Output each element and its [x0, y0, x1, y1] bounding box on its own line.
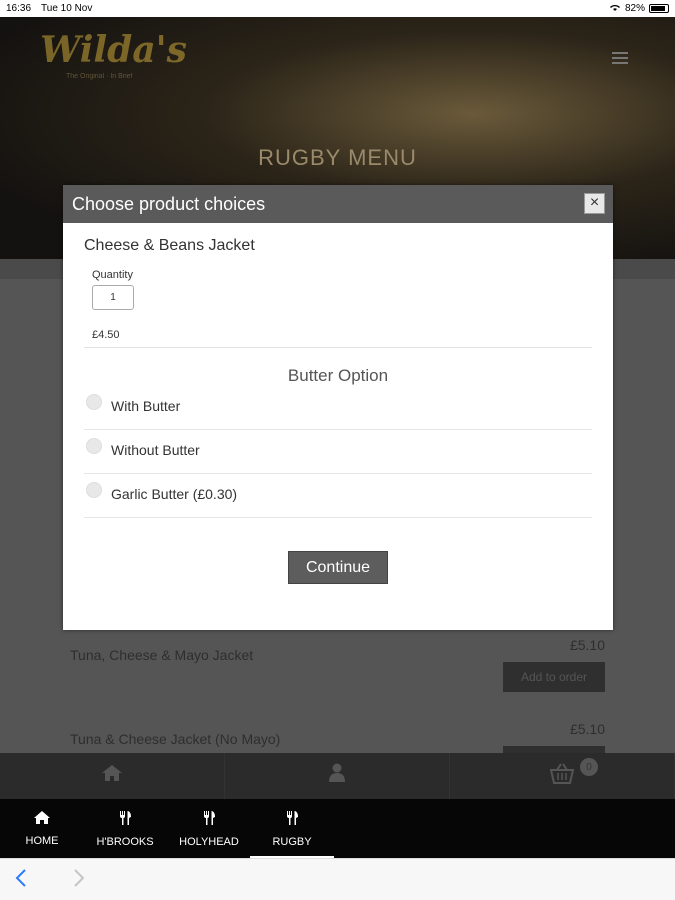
- product-price: £5.10: [569, 637, 605, 653]
- wifi-icon: [609, 3, 621, 15]
- forward-chevron-icon[interactable]: [72, 867, 86, 895]
- hamburger-menu-icon[interactable]: [612, 49, 628, 67]
- option-garlic-butter[interactable]: Garlic Butter (£0.30): [84, 474, 592, 518]
- add-to-order-button[interactable]: Add to order: [503, 662, 605, 692]
- option-label: Garlic Butter (£0.30): [111, 486, 238, 502]
- tab-hbrooks[interactable]: H'BROOKS: [90, 799, 160, 858]
- product-name: Cheese & Beans Jacket: [84, 237, 255, 254]
- tab-label: HOME: [25, 835, 59, 847]
- page-title: RUGBY MENU: [258, 145, 417, 170]
- dialog-title: Choose product choices: [72, 193, 266, 214]
- brand-logo[interactable]: Wilda's: [40, 29, 187, 71]
- tab-rugby[interactable]: RUGBY: [250, 799, 334, 858]
- tab-label: RUGBY: [272, 835, 312, 848]
- home-shortcut[interactable]: [0, 753, 225, 799]
- tab-label: HOLYHEAD: [179, 835, 239, 848]
- account-button[interactable]: [225, 753, 450, 799]
- product-name: Tuna, Cheese & Mayo Jacket: [70, 647, 254, 663]
- home-icon: [101, 764, 123, 788]
- close-icon[interactable]: ×: [584, 193, 605, 214]
- continue-button[interactable]: Continue: [288, 551, 388, 584]
- tab-home[interactable]: HOME: [17, 799, 67, 858]
- cart-count-badge: 0: [580, 758, 598, 776]
- cutlery-icon: [202, 810, 216, 831]
- option-without-butter[interactable]: Without Butter: [84, 430, 592, 474]
- battery-icon: [649, 4, 669, 13]
- product-price: £4.50: [92, 329, 120, 341]
- radio-button[interactable]: [86, 438, 102, 454]
- brand-tagline: The Original · In Brief: [66, 73, 133, 80]
- option-group-title: Butter Option: [287, 366, 389, 385]
- action-bar: 0: [0, 753, 675, 799]
- dialog-body: Cheese & Beans Jacket Quantity £4.50 But…: [63, 223, 613, 518]
- product-row: Tuna, Cheese & Mayo Jacket £5.10 Add to …: [0, 629, 675, 709]
- option-label: With Butter: [111, 398, 181, 414]
- status-date: Tue 10 Nov: [41, 3, 93, 14]
- bottom-tab-bar: HOME H'BROOKS HOLYHEAD RUGBY: [0, 799, 675, 858]
- divider: [84, 347, 592, 348]
- browser-toolbar: [0, 858, 675, 900]
- cutlery-icon: [118, 810, 132, 831]
- status-bar: 16:36 Tue 10 Nov 82%: [0, 0, 675, 17]
- cart-button[interactable]: 0: [450, 753, 675, 799]
- product-price: £5.10: [569, 721, 605, 737]
- quantity-input[interactable]: [92, 285, 134, 310]
- radio-button[interactable]: [86, 394, 102, 410]
- quantity-label: Quantity: [92, 269, 133, 281]
- tab-holyhead[interactable]: HOLYHEAD: [172, 799, 246, 858]
- dialog-header: Choose product choices ×: [63, 185, 613, 223]
- user-icon: [328, 763, 346, 789]
- option-with-butter[interactable]: With Butter: [84, 386, 592, 430]
- option-label: Without Butter: [111, 442, 200, 458]
- battery-percent: 82%: [624, 3, 645, 14]
- home-icon: [33, 810, 51, 830]
- status-time: 16:36: [6, 3, 32, 14]
- product-name: Tuna & Cheese Jacket (No Mayo): [70, 731, 281, 747]
- tab-label: H'BROOKS: [96, 835, 154, 848]
- basket-icon: [549, 762, 575, 790]
- cutlery-icon: [285, 810, 299, 831]
- radio-button[interactable]: [86, 482, 102, 498]
- back-chevron-icon[interactable]: [14, 867, 28, 895]
- product-choices-dialog: Choose product choices × Cheese & Beans …: [63, 185, 613, 630]
